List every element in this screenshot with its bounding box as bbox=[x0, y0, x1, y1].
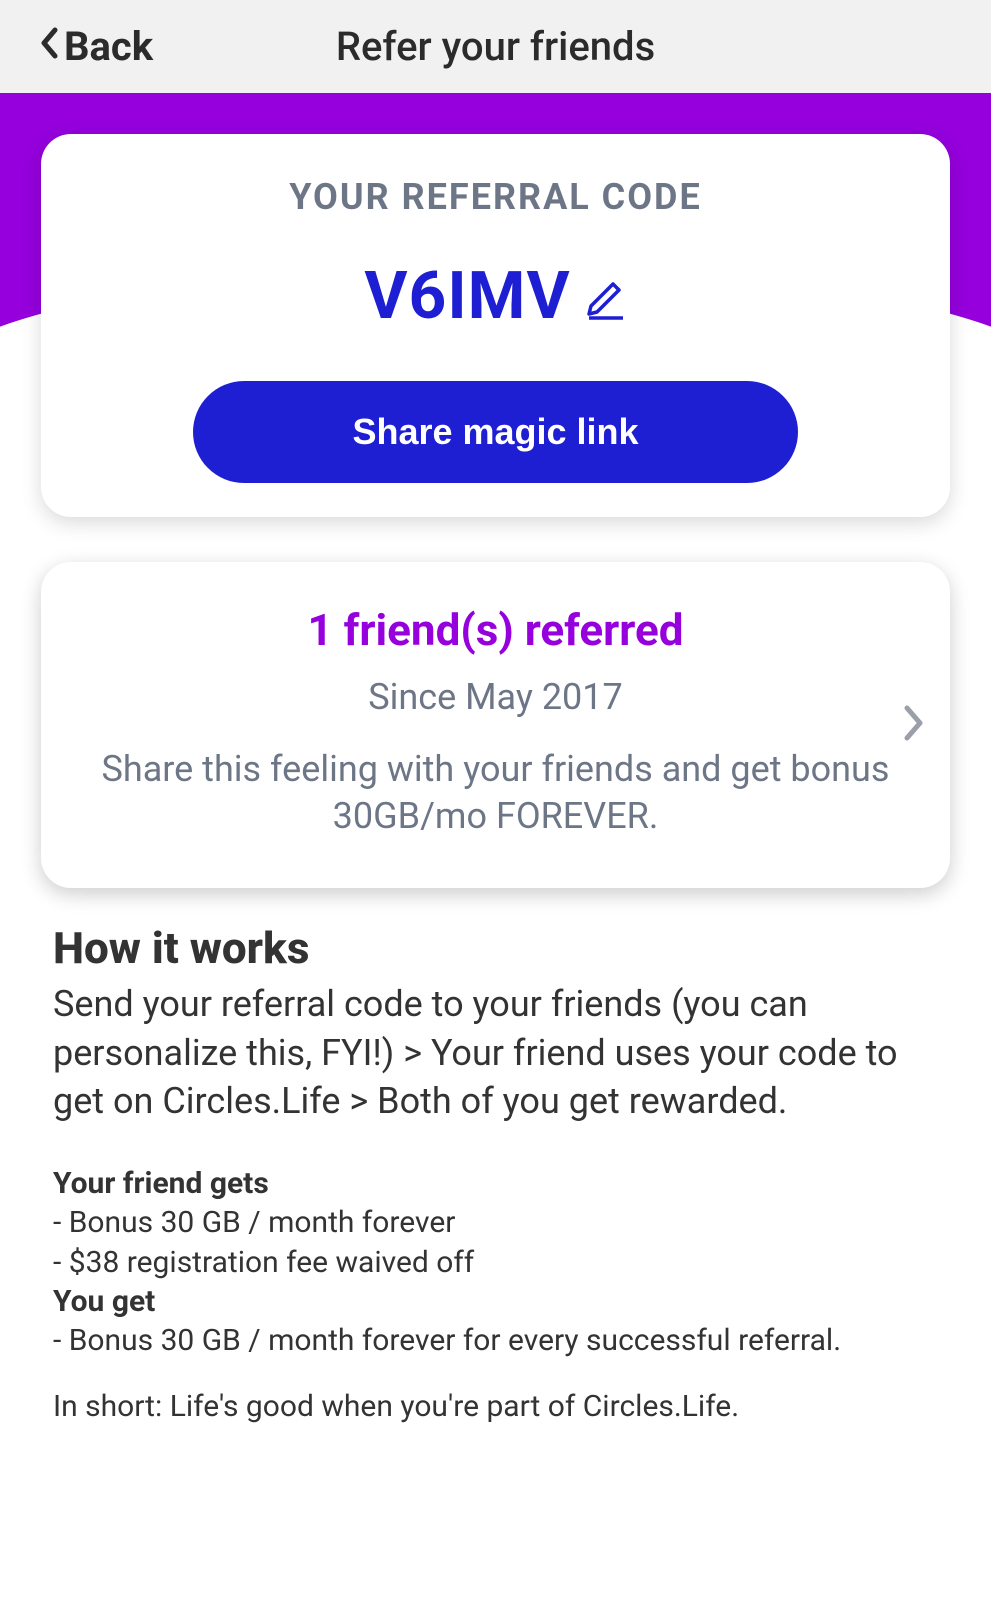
you-get-heading: You get bbox=[53, 1284, 938, 1319]
referral-card: YOUR REFERRAL CODE V6IMV Share magic lin… bbox=[41, 134, 950, 517]
referral-code-row: V6IMV bbox=[81, 258, 910, 335]
referral-stats-description: Share this feeling with your friends and… bbox=[91, 746, 900, 840]
page-title: Refer your friends bbox=[336, 23, 655, 70]
referral-stats-card[interactable]: 1 friend(s) referred Since May 2017 Shar… bbox=[41, 562, 950, 888]
how-it-works-title: How it works bbox=[53, 922, 938, 974]
chevron-right-icon bbox=[902, 703, 926, 747]
how-it-works-description: Send your referral code to your friends … bbox=[53, 980, 938, 1126]
friend-benefit-line: - $38 registration fee waived off bbox=[53, 1243, 938, 1284]
referral-code-label: YOUR REFERRAL CODE bbox=[81, 176, 910, 218]
referral-code-value: V6IMV bbox=[364, 258, 570, 335]
referral-since-date: Since May 2017 bbox=[91, 676, 900, 718]
back-button[interactable]: Back bbox=[40, 23, 153, 70]
chevron-left-icon bbox=[40, 25, 58, 69]
friends-referred-count: 1 friend(s) referred bbox=[91, 604, 900, 656]
friend-benefit-line: - Bonus 30 GB / month forever bbox=[53, 1203, 938, 1244]
how-it-works-section: How it works Send your referral code to … bbox=[53, 922, 938, 1424]
you-benefit-line: - Bonus 30 GB / month forever for every … bbox=[53, 1321, 938, 1362]
summary-line: In short: Life's good when you're part o… bbox=[53, 1389, 938, 1424]
back-label: Back bbox=[64, 23, 153, 70]
edit-icon[interactable] bbox=[585, 274, 627, 320]
share-magic-link-button[interactable]: Share magic link bbox=[193, 381, 798, 483]
header-bar: Back Refer your friends bbox=[0, 0, 991, 93]
friend-gets-heading: Your friend gets bbox=[53, 1166, 938, 1201]
